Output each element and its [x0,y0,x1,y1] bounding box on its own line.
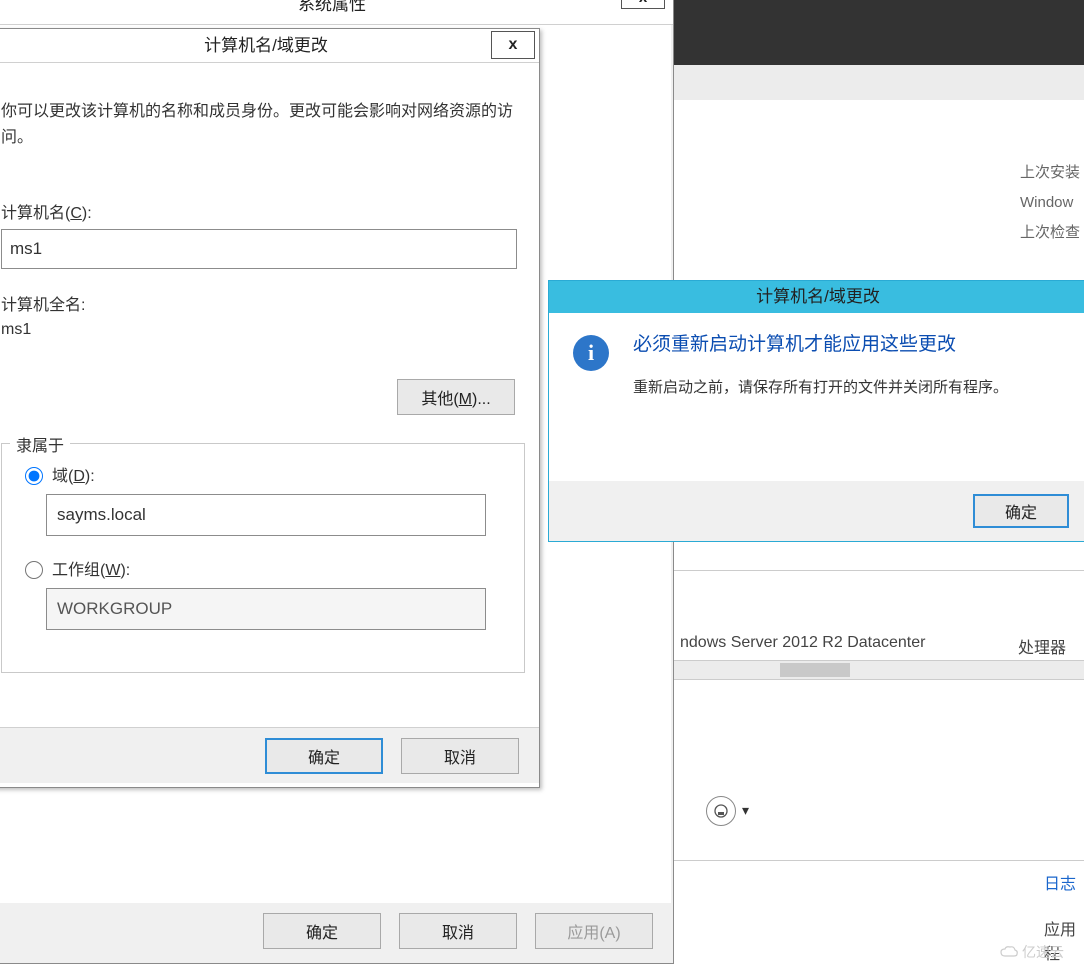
namedlg-cancel-button[interactable]: 取消 [401,738,519,774]
background-os-edition: ndows Server 2012 R2 Datacenter [680,634,925,652]
namedlg-close-button[interactable]: x [491,31,535,59]
computer-name-domain-change-dialog: 计算机名/域更改 x 你可以更改该计算机的名称和成员身份。更改可能会影响对网络资… [0,28,540,788]
disk-dropdown-icon[interactable] [706,796,736,826]
namedlg-description: 你可以更改该计算机的名称和成员身份。更改可能会影响对网络资源的访问。 [1,99,525,151]
member-of-group-title: 隶属于 [10,432,70,456]
msgbox-ok-button[interactable]: 确定 [973,494,1069,528]
background-divider-lower [670,860,1084,861]
bg-label-last-check: 上次检查 [1020,218,1080,248]
msgbox-body: i 必须重新启动计算机才能应用这些更改 重新启动之前，请保存所有打开的文件并关闭… [549,313,1084,481]
system-properties-titlebar[interactable]: 系统属性 x [0,0,673,25]
workgroup-radio[interactable] [25,561,43,579]
sysprops-ok-button[interactable]: 确定 [263,913,381,949]
workgroup-input [46,588,486,630]
computer-name-label: 计算机名(C): [1,199,525,223]
full-computer-name-label: 计算机全名: [1,291,525,315]
domain-radio-label: 域(D): [52,462,95,486]
namedlg-titlebar[interactable]: 计算机名/域更改 x [0,29,539,63]
background-update-labels: 上次安装 Window 上次检查 [1020,158,1080,248]
other-button-row: 其他(M)... [1,379,525,415]
background-header-dark [670,0,1084,65]
namedlg-content: 你可以更改该计算机的名称和成员身份。更改可能会影响对网络资源的访问。 计算机名(… [0,63,539,687]
log-link[interactable]: 日志 [1044,870,1076,894]
sysprops-cancel-button[interactable]: 取消 [399,913,517,949]
namedlg-button-row: 确定 取消 [0,727,539,783]
background-cpu-label: 处理器 [1018,634,1066,658]
domain-radio[interactable] [25,467,43,485]
disk-dropdown-caret-icon[interactable]: ▾ [742,802,749,819]
cloud-icon [1000,946,1018,958]
namedlg-ok-button[interactable]: 确定 [265,738,383,774]
other-button[interactable]: 其他(M)... [397,379,515,415]
workgroup-radio-label: 工作组(W): [52,556,130,580]
workgroup-radio-row[interactable]: 工作组(W): [20,556,506,580]
background-scrollbar-thumb[interactable] [780,663,850,677]
msgbox-footer: 确定 [549,481,1084,541]
msgbox-heading: 必须重新启动计算机才能应用这些更改 [633,331,1067,359]
background-toolbar-strip [670,65,1084,100]
system-properties-title-text: 系统属性 [298,0,366,14]
domain-radio-row[interactable]: 域(D): [20,462,506,486]
msgbox-titlebar[interactable]: 计算机名/域更改 [549,281,1084,313]
background-horizontal-scrollbar[interactable] [670,660,1084,680]
full-computer-name-value: ms1 [1,321,525,339]
restart-required-messagebox: 计算机名/域更改 i 必须重新启动计算机才能应用这些更改 重新启动之前，请保存所… [548,280,1084,542]
member-of-group: 隶属于 域(D): 工作组(W): [1,443,525,673]
domain-input[interactable] [46,494,486,536]
namedlg-title-text: 计算机名/域更改 [204,36,328,55]
watermark-text: 亿速云 [1022,942,1064,962]
background-divider-upper [670,570,1084,571]
bg-label-last-install: 上次安装 [1020,158,1080,188]
sysprops-apply-button: 应用(A) [535,913,653,949]
computer-name-input[interactable] [1,229,517,269]
watermark: 亿速云 [1000,942,1064,962]
info-icon: i [573,335,609,371]
msgbox-title-text: 计算机名/域更改 [756,287,880,306]
system-properties-close-button[interactable]: x [621,0,665,9]
msgbox-body-text: 重新启动之前，请保存所有打开的文件并关闭所有程序。 [633,375,1067,401]
bg-label-windows: Window [1020,188,1080,218]
system-properties-button-row: 确定 取消 应用(A) [0,903,673,959]
